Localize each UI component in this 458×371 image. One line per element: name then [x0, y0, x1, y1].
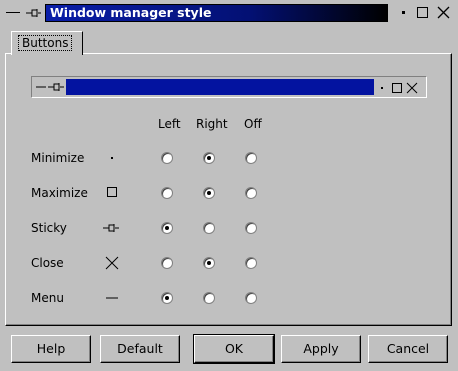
pin-icon: [103, 224, 119, 232]
window-menu-icon[interactable]: [6, 12, 20, 13]
tab-buttons[interactable]: Buttons: [11, 31, 83, 55]
dash-icon: [106, 297, 118, 299]
radio-minimize-right[interactable]: [203, 152, 215, 164]
radio-menu-off[interactable]: [245, 292, 257, 304]
radio-minimize-left[interactable]: [161, 152, 173, 164]
radio-maximize-off[interactable]: [245, 187, 257, 199]
help-button[interactable]: Help: [11, 335, 91, 363]
radio-close-right[interactable]: [203, 257, 215, 269]
cancel-button[interactable]: Cancel: [368, 335, 448, 363]
apply-button[interactable]: Apply: [281, 335, 361, 363]
radio-maximize-right[interactable]: [203, 187, 215, 199]
radio-maximize-left[interactable]: [161, 187, 173, 199]
radio-menu-right[interactable]: [203, 292, 215, 304]
row-label-sticky: Sticky: [31, 221, 67, 235]
radio-sticky-off[interactable]: [245, 222, 257, 234]
column-off: Off: [244, 117, 262, 131]
row-label-minimize: Minimize: [31, 151, 85, 165]
radio-sticky-left[interactable]: [161, 222, 173, 234]
row-label-menu: Menu: [31, 291, 64, 305]
x-icon: [105, 256, 119, 270]
preview-title-field: [66, 79, 374, 95]
column-left: Left: [158, 117, 181, 131]
maximize-icon[interactable]: [415, 5, 430, 20]
sticky-pin-icon[interactable]: [26, 7, 42, 19]
tab-buttons-label: Buttons: [18, 35, 73, 51]
row-label-maximize: Maximize: [31, 186, 88, 200]
radio-close-left[interactable]: [161, 257, 173, 269]
preview-buttons-icon: [381, 82, 418, 94]
default-button[interactable]: Default: [100, 335, 180, 363]
column-right: Right: [196, 117, 228, 131]
radio-sticky-right[interactable]: [203, 222, 215, 234]
window-title: Window manager style: [45, 4, 388, 22]
dot-icon: [111, 157, 113, 159]
title-bar: Window manager style: [0, 0, 458, 26]
minimize-icon[interactable]: [396, 5, 411, 20]
square-icon: [107, 187, 117, 197]
preview-menu-pin-icon: [36, 83, 64, 91]
radio-close-off[interactable]: [245, 257, 257, 269]
row-label-close: Close: [31, 256, 64, 270]
radio-minimize-off[interactable]: [245, 152, 257, 164]
ok-button[interactable]: OK: [193, 334, 275, 364]
close-icon[interactable]: [436, 5, 451, 20]
radio-menu-left[interactable]: [161, 292, 173, 304]
